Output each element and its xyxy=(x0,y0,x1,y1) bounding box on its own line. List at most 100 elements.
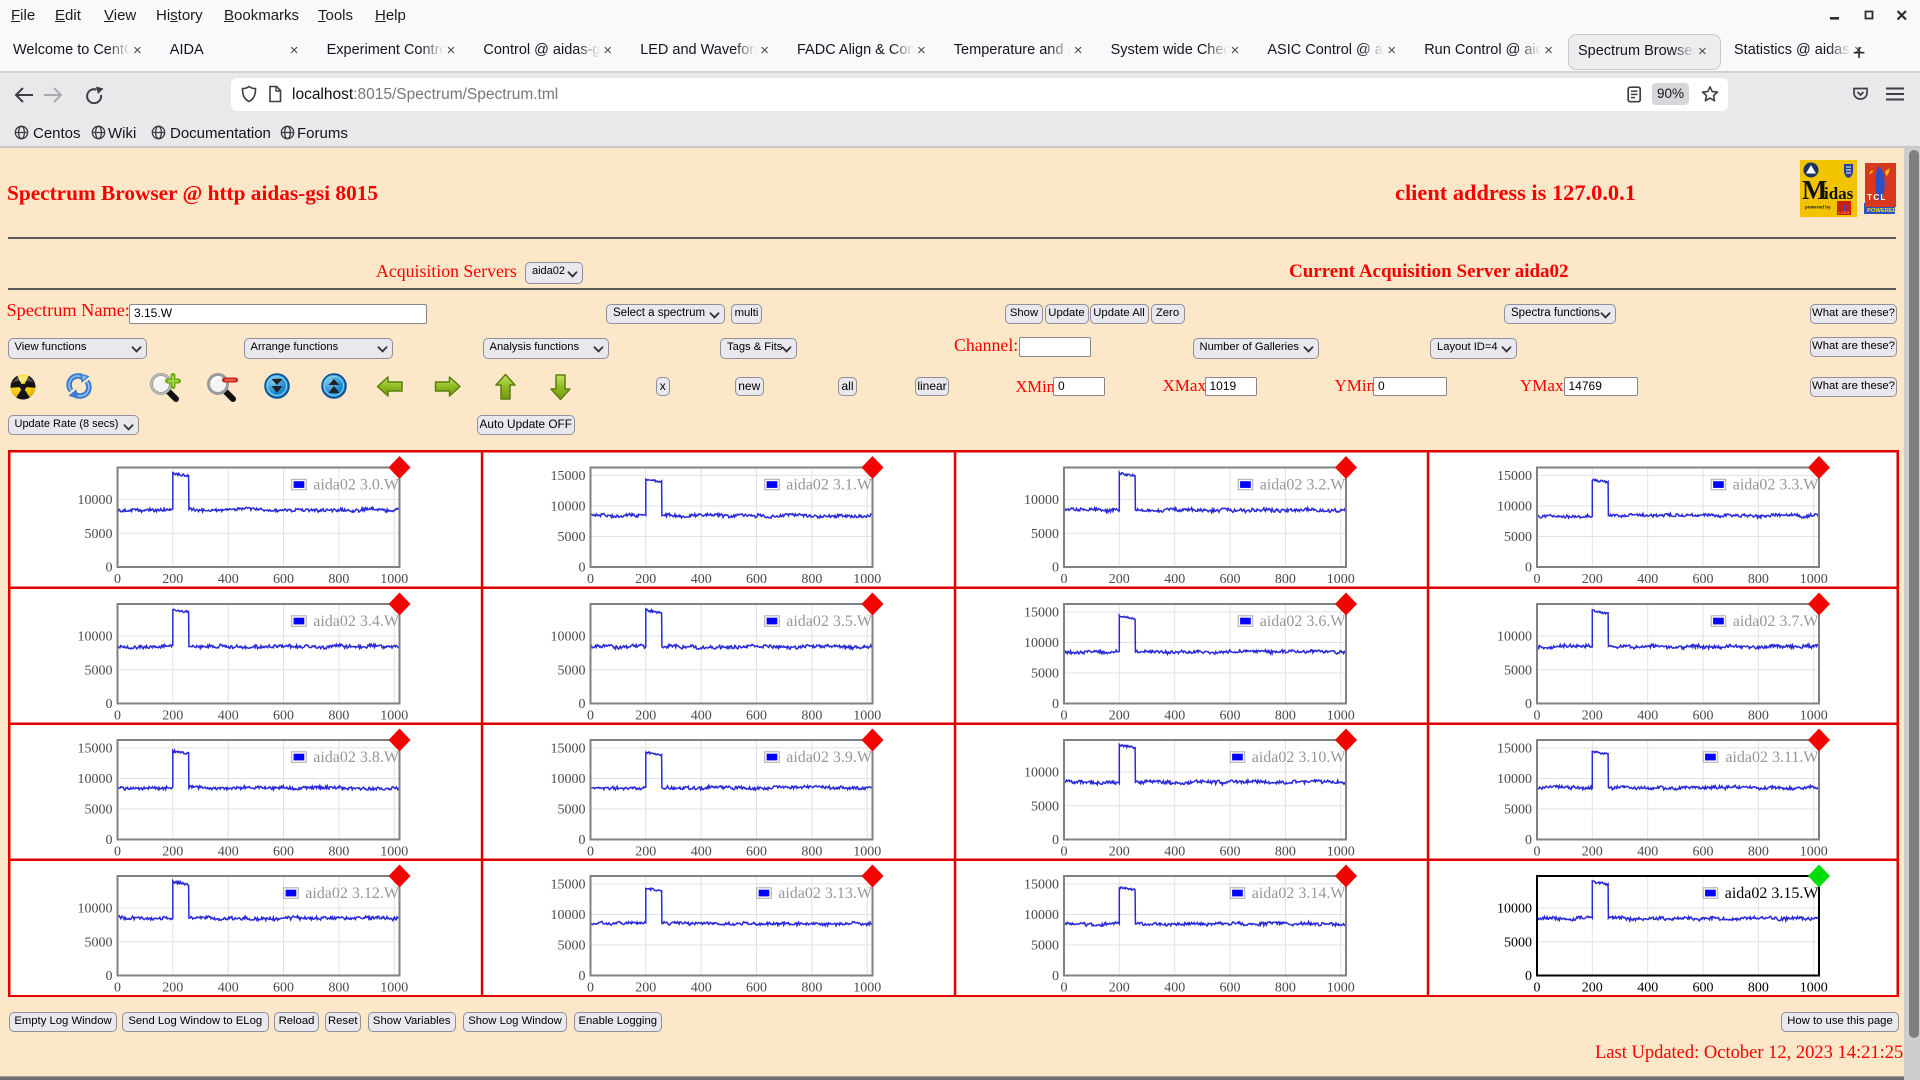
svg-text:0: 0 xyxy=(1533,844,1540,859)
svg-text:5000: 5000 xyxy=(557,530,585,545)
svg-text:800: 800 xyxy=(1747,980,1768,995)
svg-text:800: 800 xyxy=(1274,844,1295,859)
svg-text:10000: 10000 xyxy=(550,629,585,644)
svg-text:600: 600 xyxy=(273,572,294,587)
svg-text:0: 0 xyxy=(1525,560,1532,575)
svg-text:0: 0 xyxy=(1060,572,1067,587)
svg-text:400: 400 xyxy=(1637,708,1658,723)
svg-text:0: 0 xyxy=(587,980,594,995)
svg-text:1000: 1000 xyxy=(1799,844,1827,859)
svg-text:15000: 15000 xyxy=(550,741,585,756)
svg-text:400: 400 xyxy=(1164,708,1185,723)
svg-text:1000: 1000 xyxy=(1326,980,1354,995)
svg-text:0: 0 xyxy=(1052,833,1059,848)
svg-text:0: 0 xyxy=(105,969,112,984)
svg-text:10000: 10000 xyxy=(550,499,585,514)
svg-text:5000: 5000 xyxy=(1031,799,1059,814)
svg-text:0: 0 xyxy=(1052,969,1059,984)
svg-text:400: 400 xyxy=(217,708,238,723)
svg-text:1000: 1000 xyxy=(1326,572,1354,587)
svg-text:0: 0 xyxy=(578,697,585,712)
svg-text:aida02 3.12.W: aida02 3.12.W xyxy=(305,885,400,902)
svg-text:1000: 1000 xyxy=(380,708,408,723)
svg-text:10000: 10000 xyxy=(1024,908,1059,923)
svg-text:15000: 15000 xyxy=(1497,741,1532,756)
svg-text:0: 0 xyxy=(1060,844,1067,859)
svg-text:200: 200 xyxy=(162,844,183,859)
svg-text:1000: 1000 xyxy=(380,844,408,859)
svg-text:0: 0 xyxy=(1060,708,1067,723)
svg-text:TCL: TCL xyxy=(1867,192,1887,202)
svg-text:200: 200 xyxy=(1581,572,1602,587)
svg-text:1000: 1000 xyxy=(1326,844,1354,859)
svg-text:600: 600 xyxy=(746,844,767,859)
svg-text:800: 800 xyxy=(801,980,822,995)
svg-text:5000: 5000 xyxy=(1031,938,1059,953)
svg-text:1000: 1000 xyxy=(1799,980,1827,995)
svg-text:0: 0 xyxy=(105,560,112,575)
svg-text:5000: 5000 xyxy=(1504,530,1532,545)
svg-text:400: 400 xyxy=(1637,572,1658,587)
svg-text:aida02 3.4.W: aida02 3.4.W xyxy=(313,613,400,630)
svg-text:10000: 10000 xyxy=(1497,629,1532,644)
svg-text:800: 800 xyxy=(1747,844,1768,859)
svg-text:0: 0 xyxy=(105,833,112,848)
svg-text:aida02 3.14.W: aida02 3.14.W xyxy=(1251,885,1346,902)
svg-text:0: 0 xyxy=(114,980,121,995)
svg-text:600: 600 xyxy=(273,708,294,723)
svg-text:200: 200 xyxy=(635,980,656,995)
svg-text:5000: 5000 xyxy=(84,526,112,541)
svg-text:1000: 1000 xyxy=(380,980,408,995)
svg-text:200: 200 xyxy=(1581,844,1602,859)
svg-text:600: 600 xyxy=(1692,980,1713,995)
svg-text:0: 0 xyxy=(114,708,121,723)
svg-text:200: 200 xyxy=(1108,980,1129,995)
svg-text:0: 0 xyxy=(578,833,585,848)
svg-text:600: 600 xyxy=(1219,980,1240,995)
svg-text:1000: 1000 xyxy=(853,708,881,723)
svg-text:5000: 5000 xyxy=(84,802,112,817)
svg-text:800: 800 xyxy=(328,572,349,587)
svg-text:1000: 1000 xyxy=(1326,708,1354,723)
svg-text:200: 200 xyxy=(1108,572,1129,587)
svg-text:aida02 3.9.W: aida02 3.9.W xyxy=(786,749,873,766)
svg-text:400: 400 xyxy=(1637,980,1658,995)
svg-text:600: 600 xyxy=(1692,844,1713,859)
svg-text:aida02 3.10.W: aida02 3.10.W xyxy=(1251,749,1346,766)
svg-text:0: 0 xyxy=(1525,969,1532,984)
svg-text:aida02 3.13.W: aida02 3.13.W xyxy=(778,885,873,902)
svg-text:0: 0 xyxy=(1060,980,1067,995)
svg-text:200: 200 xyxy=(635,708,656,723)
svg-text:1000: 1000 xyxy=(853,572,881,587)
svg-text:10000: 10000 xyxy=(1497,772,1532,787)
svg-text:0: 0 xyxy=(1533,980,1540,995)
svg-text:400: 400 xyxy=(690,844,711,859)
svg-text:800: 800 xyxy=(1274,708,1295,723)
svg-text:200: 200 xyxy=(1108,844,1129,859)
svg-text:5000: 5000 xyxy=(557,663,585,678)
svg-text:200: 200 xyxy=(635,572,656,587)
svg-text:0: 0 xyxy=(587,708,594,723)
svg-text:aida02 3.2.W: aida02 3.2.W xyxy=(1259,476,1346,493)
svg-text:0: 0 xyxy=(1052,697,1059,712)
svg-text:10000: 10000 xyxy=(550,772,585,787)
svg-text:0: 0 xyxy=(114,844,121,859)
svg-text:400: 400 xyxy=(1164,980,1185,995)
svg-text:10000: 10000 xyxy=(1497,901,1532,916)
svg-text:0: 0 xyxy=(587,572,594,587)
svg-text:600: 600 xyxy=(1692,708,1713,723)
svg-text:aida02 3.0.W: aida02 3.0.W xyxy=(313,476,400,493)
svg-text:10000: 10000 xyxy=(1024,765,1059,780)
svg-text:600: 600 xyxy=(746,572,767,587)
svg-text:10000: 10000 xyxy=(1497,499,1532,514)
svg-text:0: 0 xyxy=(1533,708,1540,723)
svg-text:5000: 5000 xyxy=(557,802,585,817)
svg-text:400: 400 xyxy=(217,980,238,995)
svg-text:600: 600 xyxy=(746,980,767,995)
svg-text:5000: 5000 xyxy=(1031,666,1059,681)
svg-text:0: 0 xyxy=(1052,560,1059,575)
svg-text:400: 400 xyxy=(690,572,711,587)
svg-text:0: 0 xyxy=(587,844,594,859)
svg-text:400: 400 xyxy=(1637,844,1658,859)
svg-text:400: 400 xyxy=(690,708,711,723)
